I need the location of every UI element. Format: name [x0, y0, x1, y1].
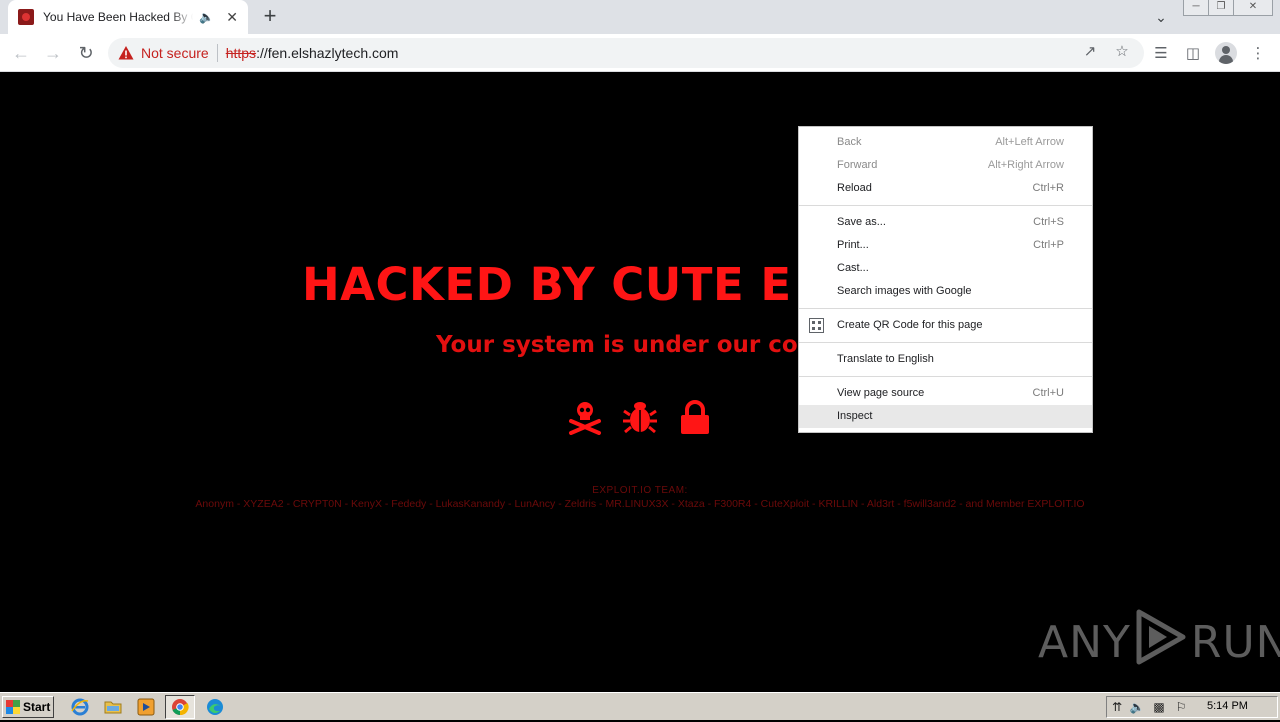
- bug-icon: [623, 399, 657, 435]
- skull-crossbones-icon: [568, 399, 602, 435]
- page-subheadline: Your system is under our con: [436, 332, 815, 358]
- browser-tab-strip: You Have Been Hacked By Cute 🔈 ✕ + ⌄ ─ ❐…: [0, 0, 1280, 34]
- menu-separator: [799, 376, 1092, 377]
- menu-item-label: Inspect: [837, 410, 873, 422]
- menu-separator: [799, 342, 1092, 343]
- not-secure-label[interactable]: Not secure: [141, 45, 209, 61]
- menu-item-label: Forward: [837, 159, 878, 171]
- new-tab-button[interactable]: +: [258, 4, 282, 28]
- menu-item-forward[interactable]: Forward Alt+Right Arrow: [799, 154, 1092, 177]
- profile-avatar-icon[interactable]: [1215, 42, 1237, 64]
- tray-expand-icon[interactable]: ⇈: [1109, 699, 1125, 715]
- minimize-window-button[interactable]: ─: [1183, 0, 1209, 16]
- taskbar-chrome-button[interactable]: [165, 695, 195, 719]
- menu-separator: [799, 205, 1092, 206]
- icon-row: [568, 399, 718, 439]
- url-host: ://fen.elshazlytech.com: [256, 45, 399, 61]
- menu-item-inspect[interactable]: Inspect: [799, 405, 1092, 428]
- close-window-button[interactable]: ✕: [1233, 0, 1273, 16]
- system-clock[interactable]: 5:14 PM: [1207, 700, 1248, 712]
- close-tab-icon[interactable]: ✕: [226, 9, 238, 26]
- menu-item-label: View page source: [837, 387, 925, 399]
- network-icon[interactable]: ▩: [1151, 699, 1167, 715]
- menu-item-label: Back: [837, 136, 862, 148]
- menu-item-create-qr-code[interactable]: Create QR Code for this page: [799, 314, 1092, 337]
- media-controls-icon[interactable]: ☰: [1149, 42, 1173, 66]
- watermark-right-text: RUN: [1190, 617, 1280, 668]
- media-player-icon[interactable]: [136, 697, 156, 717]
- forward-arrow-icon[interactable]: →: [40, 40, 66, 66]
- menu-item-label: Reload: [837, 182, 872, 194]
- menu-item-cast[interactable]: Cast...: [799, 257, 1092, 280]
- browser-toolbar: ← → ↻ Not secure https://fen.elshazlytec…: [0, 34, 1280, 72]
- url-text[interactable]: https://fen.elshazlytech.com: [226, 45, 399, 61]
- play-triangle-icon: [1135, 608, 1187, 677]
- menu-item-view-source[interactable]: View page source Ctrl+U: [799, 382, 1092, 405]
- menu-item-label: Save as...: [837, 216, 886, 228]
- windows-taskbar: Start ⇈ 🔈 ▩ ⚐ 5:14 PM: [0, 692, 1280, 720]
- menu-item-shortcut: Ctrl+S: [1033, 216, 1064, 228]
- page-headline: HACKED BY CUTE E: [302, 258, 792, 311]
- menu-item-save-as[interactable]: Save as... Ctrl+S: [799, 211, 1092, 234]
- menu-item-shortcut: Alt+Right Arrow: [987, 159, 1064, 171]
- back-arrow-icon[interactable]: ←: [8, 40, 34, 66]
- windows-logo-icon: [6, 700, 20, 714]
- menu-item-reload[interactable]: Reload Ctrl+R: [799, 177, 1092, 200]
- file-explorer-icon[interactable]: [103, 697, 123, 717]
- anyrun-watermark: ANY RUN: [1038, 608, 1280, 677]
- address-bar[interactable]: Not secure https://fen.elshazlytech.com: [108, 38, 1144, 68]
- menu-item-print[interactable]: Print... Ctrl+P: [799, 234, 1092, 257]
- tab-search-chevron-icon[interactable]: ⌄: [1150, 6, 1172, 28]
- browser-tab[interactable]: You Have Been Hacked By Cute 🔈 ✕: [8, 0, 248, 34]
- menu-item-shortcut: Ctrl+U: [1032, 387, 1064, 399]
- url-protocol: https: [225, 45, 257, 61]
- watermark-left-text: ANY: [1038, 617, 1131, 668]
- chrome-icon: [171, 698, 189, 721]
- menu-item-shortcut: Ctrl+P: [1033, 239, 1064, 251]
- menu-item-shortcut: Alt+Left Arrow: [995, 136, 1064, 148]
- action-center-flag-icon[interactable]: ⚐: [1173, 699, 1189, 715]
- site-favicon-icon: [18, 9, 34, 25]
- bookmark-star-icon[interactable]: ☆: [1111, 41, 1133, 63]
- edge-icon[interactable]: [205, 697, 225, 717]
- qr-code-icon: [809, 318, 824, 333]
- menu-item-label: Print...: [837, 239, 869, 251]
- speaker-icon[interactable]: 🔈: [199, 10, 214, 24]
- team-heading: EXPLOIT.IO TEAM:: [592, 485, 688, 496]
- reload-icon[interactable]: ↻: [73, 40, 99, 66]
- context-menu: Back Alt+Left Arrow Forward Alt+Right Arro…: [798, 126, 1093, 433]
- start-label: Start: [23, 700, 51, 714]
- share-icon[interactable]: ↗: [1079, 41, 1101, 63]
- start-button[interactable]: Start: [2, 696, 54, 718]
- tab-title: You Have Been Hacked By Cute: [43, 10, 193, 24]
- menu-item-label: Search images with Google: [837, 285, 972, 297]
- system-tray: ⇈ 🔈 ▩ ⚐ 5:14 PM: [1106, 696, 1278, 718]
- more-menu-icon[interactable]: ⋮: [1246, 42, 1270, 66]
- menu-item-label: Translate to English: [837, 353, 934, 365]
- menu-item-shortcut: Ctrl+R: [1032, 182, 1064, 194]
- volume-icon[interactable]: 🔈: [1129, 699, 1145, 715]
- team-members: Anonym - XYZEA2 - CRYPT0N - KenyX - Fede…: [195, 498, 1085, 510]
- address-divider: [216, 44, 218, 62]
- menu-item-search-images[interactable]: Search images with Google: [799, 280, 1092, 303]
- restore-window-button[interactable]: ❐: [1208, 0, 1234, 16]
- lock-icon: [678, 399, 712, 435]
- menu-separator: [799, 308, 1092, 309]
- menu-item-label: Create QR Code for this page: [837, 319, 983, 331]
- menu-item-back[interactable]: Back Alt+Left Arrow: [799, 131, 1092, 154]
- menu-item-label: Cast...: [837, 262, 869, 274]
- warning-triangle-icon[interactable]: [118, 45, 134, 61]
- side-panel-icon[interactable]: ◫: [1181, 42, 1205, 66]
- internet-explorer-icon[interactable]: [70, 697, 90, 717]
- menu-item-translate[interactable]: Translate to English: [799, 348, 1092, 371]
